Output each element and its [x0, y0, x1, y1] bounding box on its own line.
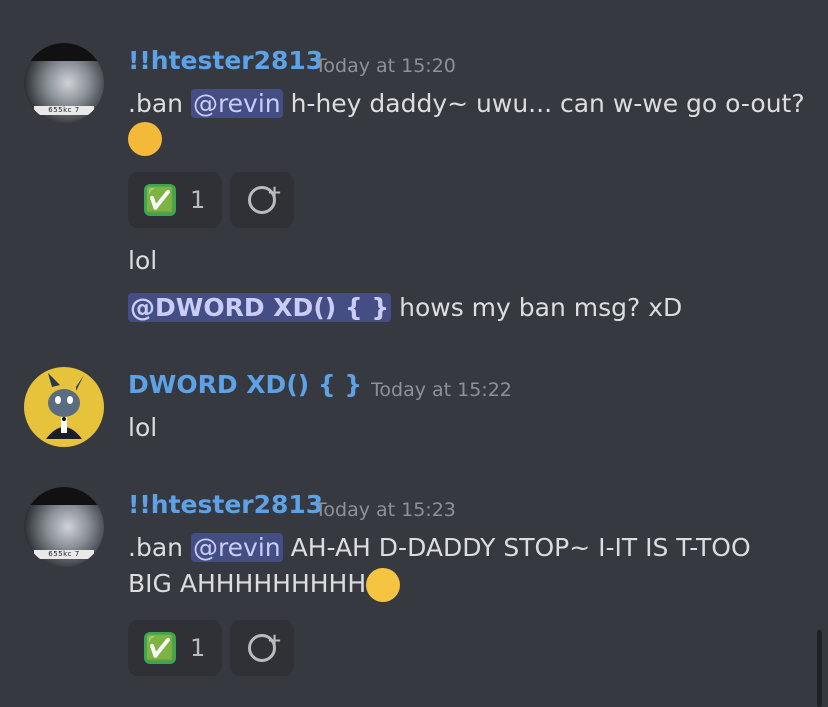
username[interactable]: !!htester2813 — [128, 46, 323, 75]
reaction-check[interactable]: ✅ 1 — [128, 172, 222, 228]
check-mark-icon: ✅ — [144, 184, 176, 216]
drooling-face-icon — [366, 568, 401, 602]
check-mark-icon: ✅ — [144, 632, 176, 664]
message-text: BIG AHHHHHHHHH — [128, 568, 401, 602]
message-text: @DWORD XD() { } hows my ban msg? xD — [128, 293, 683, 322]
user-mention[interactable]: @revin — [190, 533, 283, 562]
avatar[interactable] — [24, 367, 104, 447]
username[interactable]: !!htester2813 — [128, 490, 323, 519]
user-mention[interactable]: @DWORD XD() { } — [128, 293, 392, 322]
smiling-face-with-hearts-icon — [128, 122, 162, 156]
message-text: lol — [128, 246, 158, 275]
message-text: .ban @revin AH-AH D-DADDY STOP~ I-IT IS … — [128, 533, 751, 562]
avatar[interactable]: 655kc 7 — [24, 487, 104, 567]
timestamp: Today at 15:20 — [315, 55, 456, 77]
add-reaction-button[interactable]: + — [230, 620, 294, 676]
username[interactable]: DWORD XD() { } — [128, 370, 362, 399]
add-reaction-button[interactable]: + — [230, 172, 294, 228]
emoji-line — [128, 122, 162, 156]
message-text: .ban @revin h-hey daddy~ uwu... can w-we… — [128, 89, 805, 118]
timestamp: Today at 15:23 — [315, 499, 456, 521]
timestamp: Today at 15:22 — [371, 379, 512, 401]
message-text: lol — [128, 413, 158, 442]
avatar[interactable]: 655kc 7 — [24, 43, 104, 123]
reaction-count: 1 — [190, 634, 206, 662]
reaction-check[interactable]: ✅ 1 — [128, 620, 222, 676]
user-mention[interactable]: @revin — [190, 89, 283, 118]
reaction-count: 1 — [190, 186, 206, 214]
scrollbar[interactable] — [817, 630, 822, 707]
